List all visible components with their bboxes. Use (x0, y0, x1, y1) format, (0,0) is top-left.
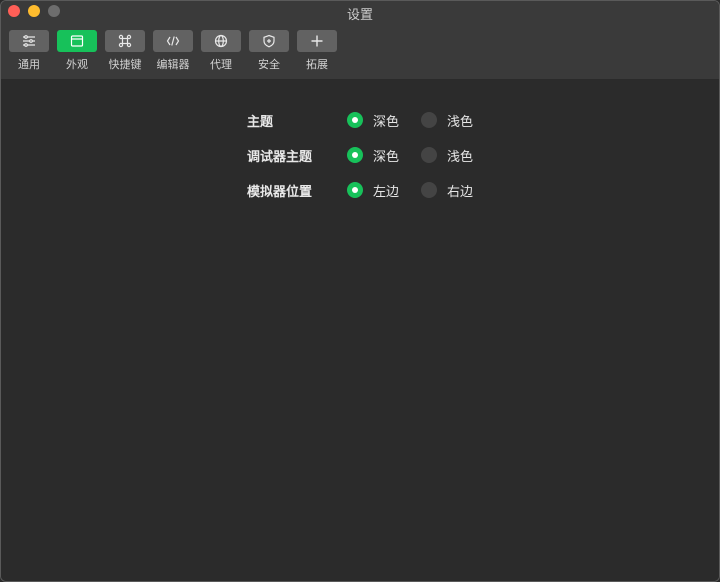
tab-general[interactable]: 通用 (9, 30, 49, 72)
setting-row-simulator-position: 模拟器位置 左边 右边 (247, 179, 507, 201)
option-label: 左边 (373, 184, 400, 200)
setting-label: 调试器主题 (247, 150, 313, 165)
option-label: 浅色 (447, 114, 474, 130)
option-label: 右边 (447, 184, 474, 200)
preferences-toolbar: 通用 外观 快捷键 编辑器 代理 安全 拓展 (1, 23, 719, 80)
window-icon (70, 35, 84, 47)
appearance-settings-panel: 主题 深色 浅色 调试器主题 深色 浅色 模拟器位置 左边 右边 (1, 80, 719, 581)
radio-selected[interactable] (347, 147, 363, 163)
command-icon (118, 34, 132, 48)
option-label: 深色 (373, 114, 400, 130)
tab-security-label: 安全 (258, 58, 280, 71)
radio-unselected[interactable] (421, 112, 437, 128)
debugger-theme-option-dark[interactable]: 深色 (347, 144, 399, 166)
tab-extensions-label: 拓展 (306, 58, 328, 71)
tab-proxy-button[interactable] (201, 30, 241, 52)
radio-selected[interactable] (347, 182, 363, 198)
tab-editor-button[interactable] (153, 30, 193, 52)
tab-editor[interactable]: 编辑器 (153, 30, 193, 72)
radio-selected[interactable] (347, 112, 363, 128)
tab-appearance-label: 外观 (66, 58, 88, 71)
settings-window: 设置 通用 外观 快捷键 编辑器 代理 安全 拓展 主题 深色 浅色 调试器主题… (0, 0, 720, 582)
tab-appearance[interactable]: 外观 (57, 30, 97, 72)
simulator-position-option-left[interactable]: 左边 (347, 179, 399, 201)
radio-unselected[interactable] (421, 147, 437, 163)
title-bar: 设置 (1, 1, 719, 23)
tab-extensions-button[interactable] (297, 30, 337, 52)
setting-row-debugger-theme: 调试器主题 深色 浅色 (247, 144, 507, 166)
tab-shortcuts-label: 快捷键 (108, 58, 142, 71)
shield-icon (263, 34, 275, 48)
theme-option-light[interactable]: 浅色 (421, 109, 473, 131)
tab-proxy[interactable]: 代理 (201, 30, 241, 72)
setting-label: 模拟器位置 (247, 185, 313, 200)
option-label: 深色 (373, 149, 400, 165)
theme-option-dark[interactable]: 深色 (347, 109, 399, 131)
plus-icon (311, 35, 323, 47)
sliders-icon (23, 35, 35, 47)
tab-general-label: 通用 (18, 58, 40, 71)
radio-unselected[interactable] (421, 182, 437, 198)
tab-editor-label: 编辑器 (156, 58, 190, 71)
simulator-position-option-right[interactable]: 右边 (421, 179, 473, 201)
tab-shortcuts[interactable]: 快捷键 (105, 30, 145, 72)
code-icon (166, 36, 180, 46)
globe-icon (214, 34, 228, 48)
tab-general-button[interactable] (9, 30, 49, 52)
debugger-theme-option-light[interactable]: 浅色 (421, 144, 473, 166)
setting-row-theme: 主题 深色 浅色 (247, 109, 507, 131)
window-title: 设置 (346, 8, 373, 23)
tab-security[interactable]: 安全 (249, 30, 289, 72)
option-label: 浅色 (447, 149, 474, 165)
setting-label: 主题 (247, 115, 274, 130)
tab-extensions[interactable]: 拓展 (297, 30, 337, 72)
tab-shortcuts-button[interactable] (105, 30, 145, 52)
tab-security-button[interactable] (249, 30, 289, 52)
tab-proxy-label: 代理 (210, 58, 232, 71)
tab-appearance-button[interactable] (57, 30, 97, 52)
